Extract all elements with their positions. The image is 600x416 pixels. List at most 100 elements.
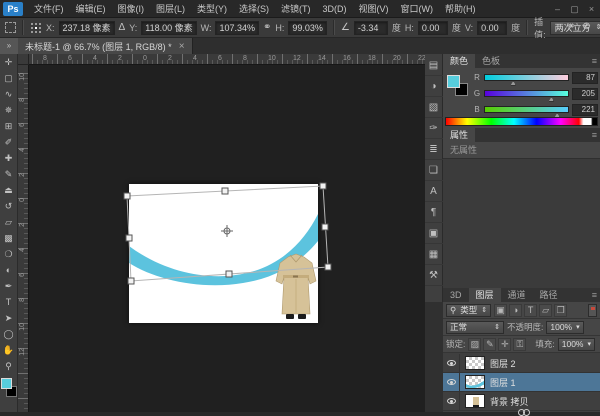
reference-point-locator[interactable] bbox=[30, 22, 42, 34]
quick-selection-tool[interactable]: ✵ bbox=[0, 102, 18, 118]
channel-value-G[interactable]: 205 bbox=[572, 88, 598, 100]
info-panel-icon[interactable]: ▣ bbox=[425, 223, 443, 244]
lasso-tool[interactable]: ∿ bbox=[0, 86, 18, 102]
tab-3D[interactable]: 3D bbox=[443, 288, 469, 302]
lock-pixels-icon[interactable]: ✎ bbox=[483, 338, 496, 351]
document-canvas[interactable] bbox=[129, 184, 318, 323]
filter-type-icon[interactable]: T bbox=[524, 304, 537, 317]
layer-visibility-well[interactable] bbox=[443, 373, 460, 391]
eraser-tool[interactable]: ▱ bbox=[0, 214, 18, 230]
gradient-tool[interactable]: ▩ bbox=[0, 230, 18, 246]
shape-tool[interactable]: ◯ bbox=[0, 326, 18, 342]
clone-stamp-tool[interactable]: ⏏ bbox=[0, 182, 18, 198]
paragraph-panel-icon[interactable]: ¶ bbox=[425, 202, 443, 223]
eyedropper-tool[interactable]: ✐ bbox=[0, 134, 18, 150]
dodge-tool[interactable]: ◐ bbox=[0, 262, 18, 278]
foreground-color-swatch-panel[interactable] bbox=[447, 75, 460, 88]
eye-icon[interactable] bbox=[447, 360, 456, 366]
x-position-field[interactable]: 237.18 像素 bbox=[59, 21, 115, 35]
menu-item-4[interactable]: 类型(Y) bbox=[191, 0, 233, 18]
layer-visibility-well[interactable] bbox=[443, 354, 460, 372]
adjustments-panel-icon[interactable]: ◑ bbox=[425, 76, 443, 97]
channel-slider-G[interactable] bbox=[484, 90, 569, 97]
vertical-ruler[interactable]: 108642024681012 bbox=[18, 65, 29, 412]
channel-slider-B[interactable] bbox=[484, 106, 569, 113]
menu-item-7[interactable]: 3D(D) bbox=[317, 0, 353, 18]
blend-mode-dropdown[interactable]: 正常 ⇕ bbox=[446, 321, 504, 334]
relative-position-icon[interactable]: Δ bbox=[119, 22, 126, 33]
filter-adjustment-icon[interactable]: ◑ bbox=[509, 304, 522, 317]
maximize-button[interactable]: ▢ bbox=[566, 0, 583, 18]
document-tab[interactable]: 未标题-1 @ 66.7% (图层 1, RGB/8) * × bbox=[18, 38, 193, 54]
tab-色板[interactable]: 色板 bbox=[475, 54, 507, 68]
menu-item-10[interactable]: 帮助(H) bbox=[439, 0, 482, 18]
fill-dropdown[interactable]: 100% ▾ bbox=[558, 338, 595, 351]
channel-value-R[interactable]: 87 bbox=[572, 72, 598, 84]
history-brush-tool[interactable]: ↺ bbox=[0, 198, 18, 214]
zoom-tool[interactable]: ⚲ bbox=[0, 358, 18, 374]
color-panel-menu-icon[interactable]: ≡ bbox=[592, 56, 597, 66]
brush-panel-icon[interactable]: ✑ bbox=[425, 118, 443, 139]
layer-comps-panel-icon[interactable]: ❏ bbox=[425, 160, 443, 181]
tab-通道[interactable]: 通道 bbox=[501, 288, 533, 302]
warp-mode-icon[interactable]: ⌗ bbox=[569, 21, 575, 32]
path-selection-tool[interactable]: ➤ bbox=[0, 310, 18, 326]
angle-field[interactable]: -3.34 bbox=[354, 21, 388, 35]
blur-tool[interactable]: ❍ bbox=[0, 246, 18, 262]
hand-tool[interactable]: ✋ bbox=[0, 342, 18, 358]
coat-image[interactable] bbox=[276, 254, 316, 319]
filter-shape-icon[interactable]: ▱ bbox=[539, 304, 552, 317]
measure-log-panel-icon[interactable]: ⚒ bbox=[425, 265, 443, 286]
tab-close-icon[interactable]: × bbox=[179, 41, 185, 52]
tab-properties[interactable]: 属性 bbox=[443, 128, 475, 142]
lock-all-icon[interactable]: ⚿ bbox=[513, 338, 526, 351]
menu-item-5[interactable]: 选择(S) bbox=[233, 0, 275, 18]
toolbar-collapse-button[interactable]: » bbox=[0, 38, 18, 54]
healing-brush-tool[interactable]: ✚ bbox=[0, 150, 18, 166]
eye-icon[interactable] bbox=[447, 398, 456, 404]
histogram-panel-icon[interactable]: ▦ bbox=[425, 244, 443, 265]
brush-tool[interactable]: ✎ bbox=[0, 166, 18, 182]
menu-item-3[interactable]: 图层(L) bbox=[150, 0, 191, 18]
foreground-color-swatch[interactable] bbox=[1, 378, 12, 389]
menu-item-2[interactable]: 图像(I) bbox=[112, 0, 151, 18]
transform-handle-bottom-right[interactable] bbox=[325, 264, 331, 270]
color-spectrum-bar[interactable] bbox=[445, 117, 598, 126]
menu-item-1[interactable]: 编辑(E) bbox=[70, 0, 112, 18]
horizontal-ruler[interactable]: 86420246810121416182022 bbox=[29, 54, 425, 65]
transform-handle-middle-right[interactable] bbox=[322, 224, 328, 230]
channel-slider-R[interactable] bbox=[484, 74, 569, 81]
tab-图层[interactable]: 图层 bbox=[469, 288, 501, 302]
filter-smart-object-icon[interactable]: ❐ bbox=[554, 304, 567, 317]
clone-source-panel-icon[interactable]: ≣ bbox=[425, 139, 443, 160]
transform-handle-top-right[interactable] bbox=[320, 183, 326, 189]
layer-row-2[interactable]: 图层 1 bbox=[443, 373, 600, 392]
y-position-field[interactable]: 118.00 像素 bbox=[141, 21, 196, 35]
cancel-transform-icon[interactable]: ⊘ bbox=[582, 21, 590, 32]
minimize-button[interactable]: – bbox=[549, 0, 566, 18]
editor-area[interactable]: 86420246810121416182022 108642024681012 bbox=[18, 54, 425, 412]
lock-position-icon[interactable]: ✛ bbox=[498, 338, 511, 351]
layer-filter-dropdown[interactable]: ⚲ 类型 ⇕ bbox=[446, 304, 491, 317]
move-tool[interactable]: ✛ bbox=[0, 54, 18, 70]
character-panel-icon[interactable]: A bbox=[425, 181, 443, 202]
tab-颜色[interactable]: 颜色 bbox=[443, 54, 475, 68]
menu-item-9[interactable]: 窗口(W) bbox=[395, 0, 440, 18]
channel-value-B[interactable]: 221 bbox=[572, 104, 598, 116]
layer-visibility-well[interactable] bbox=[443, 392, 460, 410]
layers-panel-menu-icon[interactable]: ≡ bbox=[592, 290, 597, 300]
layer-filter-toggle[interactable] bbox=[588, 304, 597, 317]
height-field[interactable]: 99.03% bbox=[288, 21, 327, 35]
link-dimensions-icon[interactable]: ⚭ bbox=[263, 22, 271, 33]
eye-icon[interactable] bbox=[447, 379, 456, 385]
lock-transparency-icon[interactable]: ▨ bbox=[468, 338, 481, 351]
layers-bottom-buttons[interactable] bbox=[518, 409, 528, 416]
properties-panel-menu-icon[interactable]: ≡ bbox=[592, 130, 597, 140]
close-button[interactable]: × bbox=[583, 0, 600, 18]
marquee-tool[interactable]: ▢ bbox=[0, 70, 18, 86]
menu-item-0[interactable]: 文件(F) bbox=[28, 0, 70, 18]
type-tool[interactable]: T bbox=[0, 294, 18, 310]
pen-tool[interactable]: ✒ bbox=[0, 278, 18, 294]
layer-row-1[interactable]: 图层 2 bbox=[443, 354, 600, 373]
menu-item-8[interactable]: 视图(V) bbox=[353, 0, 395, 18]
